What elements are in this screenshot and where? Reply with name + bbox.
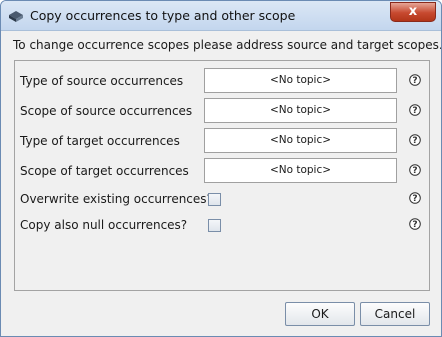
source-type-help-icon[interactable]: ? xyxy=(409,74,421,86)
info-text: To change occurrence scopes please addre… xyxy=(13,38,442,52)
svg-text:?: ? xyxy=(412,166,417,176)
settings-panel: Type of source occurrences <No topic> ? … xyxy=(14,60,430,291)
target-type-help-icon[interactable]: ? xyxy=(409,134,421,146)
source-type-field[interactable]: <No topic> xyxy=(204,68,397,93)
source-scope-field[interactable]: <No topic> xyxy=(204,98,397,123)
svg-text:?: ? xyxy=(412,76,417,86)
app-icon xyxy=(8,8,24,24)
overwrite-label: Overwrite existing occurrences? xyxy=(20,192,213,206)
svg-text:?: ? xyxy=(412,194,417,204)
svg-text:?: ? xyxy=(412,106,417,116)
target-scope-help-icon[interactable]: ? xyxy=(409,164,421,176)
svg-text:?: ? xyxy=(412,136,417,146)
title-bar[interactable]: Copy occurrences to type and other scope… xyxy=(1,1,441,31)
target-type-field[interactable]: <No topic> xyxy=(204,128,397,153)
window-title: Copy occurrences to type and other scope xyxy=(30,8,296,23)
overwrite-help-icon[interactable]: ? xyxy=(409,192,421,204)
cancel-button[interactable]: Cancel xyxy=(360,302,430,326)
copy-null-label: Copy also null occurrences? xyxy=(20,218,188,232)
source-scope-help-icon[interactable]: ? xyxy=(409,104,421,116)
copy-null-checkbox[interactable] xyxy=(208,219,221,232)
copy-null-help-icon[interactable]: ? xyxy=(409,218,421,230)
close-icon: x xyxy=(408,4,418,19)
svg-text:?: ? xyxy=(412,220,417,230)
target-scope-field[interactable]: <No topic> xyxy=(204,158,397,183)
close-button[interactable]: x xyxy=(390,2,436,22)
ok-button[interactable]: OK xyxy=(285,302,355,326)
target-scope-label: Scope of target occurrences xyxy=(20,164,189,178)
dialog-window: Copy occurrences to type and other scope… xyxy=(0,0,442,337)
source-type-label: Type of source occurrences xyxy=(20,74,184,88)
target-type-label: Type of target occurrences xyxy=(20,134,180,148)
overwrite-checkbox[interactable] xyxy=(208,193,221,206)
source-scope-label: Scope of source occurrences xyxy=(20,104,193,118)
